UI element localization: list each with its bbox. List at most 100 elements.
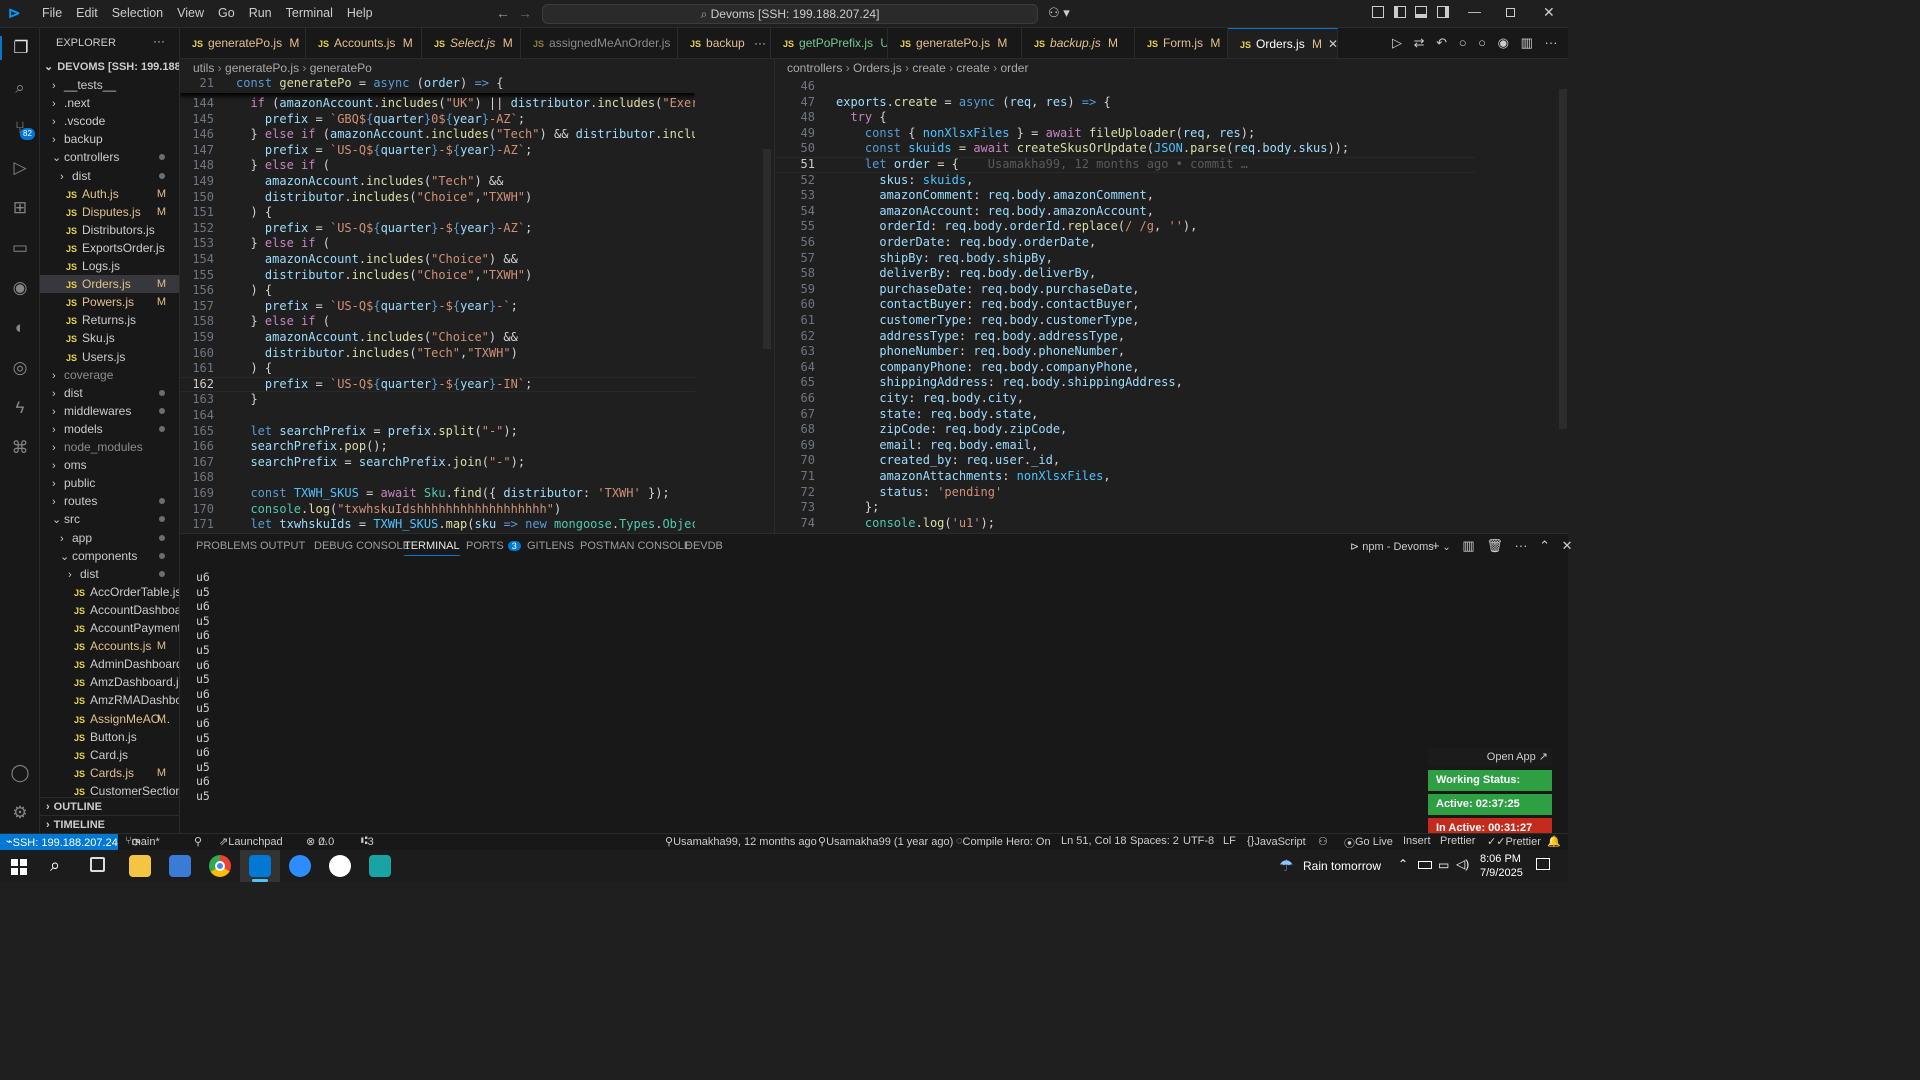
network-icon[interactable]: ▭ [1438,858,1449,872]
panel-tab-problems[interactable]: PROBLEMS [196,540,257,552]
file-item[interactable]: JS Returns.js [40,311,179,329]
folder-item[interactable]: › dist [40,167,179,185]
file-item[interactable]: JS AccountDashboar... [40,601,179,619]
scrollbar[interactable] [1559,89,1567,429]
editor-tab[interactable]: JS Form.js M [1135,28,1228,58]
file-item[interactable]: JS Button.js [40,728,179,746]
file-item[interactable]: JS Orders.js M [40,275,179,294]
revert-icon[interactable]: ↶ [1436,35,1447,50]
maximize-panel-icon[interactable]: ⌃ [1539,538,1550,553]
open-app-button[interactable]: Open App ↗ [1428,748,1552,766]
more-icon[interactable]: ··· [751,36,766,50]
gitlens-icon[interactable]: ◉ [8,276,32,300]
forward-arrow-icon[interactable]: → [518,5,532,21]
notifications-bell-icon[interactable]: 🔔 [1547,835,1561,848]
toggle-secondary-sidebar-icon[interactable] [1437,6,1449,18]
compare-icon[interactable]: ⇄ [1414,35,1425,50]
folder-item[interactable]: › public [40,474,179,492]
git-blame-file[interactable]: ⚲ Usamakha99 (1 year ago) [818,835,953,848]
menu-view[interactable]: View [170,6,211,20]
file-item[interactable]: JS Distributors.js [40,221,179,239]
file-item[interactable]: JS AccOrderTable.js [40,583,179,601]
store-icon[interactable] [169,855,191,877]
prettier-status[interactable]: Prettier [1440,835,1475,847]
folder-item[interactable]: › middlewares [40,402,179,420]
problems-indicator[interactable]: ⊗ 0 ⚠ 0 [306,835,334,848]
prev-change-icon[interactable]: ○ [1459,35,1467,50]
more-actions-icon[interactable]: ··· [1545,35,1558,50]
more-icon[interactable]: ··· [1514,538,1527,553]
run-debug-icon[interactable]: ▷ [8,156,32,180]
file-item[interactable]: JS Logs.js [40,257,179,275]
folder-item[interactable]: › routes [40,492,179,510]
breadcrumb-item[interactable]: controllers [787,61,842,75]
editor-tab[interactable]: JS Select.js M [422,28,521,58]
menu-help[interactable]: Help [340,6,380,20]
breadcrumb-item[interactable]: generatePo [310,61,372,75]
folder-item[interactable]: › node_modules [40,438,179,456]
prettier-check[interactable]: ✓✓ Prettier [1487,835,1541,848]
file-item[interactable]: JS Card.js [40,746,179,764]
remote-branch-icon[interactable]: ⚲ [194,835,202,848]
file-item[interactable]: JS Sku.js [40,329,179,347]
chrome-icon[interactable] [209,855,231,877]
menu-go[interactable]: Go [211,6,242,20]
editor-tab[interactable]: JS Accounts.js M [306,28,422,58]
folder-item[interactable]: › app [40,529,179,547]
editor-tab[interactable]: JS backup ··· [678,28,771,58]
folder-item[interactable]: › oms [40,456,179,474]
minimize-icon[interactable]: — [1468,4,1481,19]
gitlens-icon[interactable]: ◉ [1498,35,1509,50]
editor-tab[interactable]: JS assignedMeAnOrder.js [521,28,678,58]
search-icon[interactable]: ⌕ [8,76,32,100]
next-change-icon[interactable]: ○ [1478,35,1486,50]
minimap[interactable] [695,59,765,533]
vscode-icon[interactable] [249,855,271,877]
file-item[interactable]: JS AmzDashboard.js [40,673,179,691]
file-item[interactable]: JS AdminDashboard.js [40,655,179,673]
breadcrumb-item[interactable]: Orders.js [853,61,902,75]
panel-tab-postman-console[interactable]: POSTMAN CONSOLE [580,540,691,552]
file-item[interactable]: JS Powers.js M [40,293,179,311]
chevron-down-icon[interactable]: ⌄ [1440,542,1450,553]
end-of-line[interactable]: LF [1223,835,1236,847]
launchpad-item[interactable]: ⇗ Launchpad [219,835,283,848]
clock-time[interactable]: 8:06 PM [1480,853,1521,865]
command-center[interactable]: ⌕ Devoms [SSH: 199.188.207.24] [542,4,1038,24]
cursor-position[interactable]: Ln 51, Col 18 [1061,835,1126,847]
git-blame-line[interactable]: ⚲ Usamakha99, 12 months ago [665,835,817,848]
run-icon[interactable]: ▷ [1392,35,1402,50]
folder-item[interactable]: › models [40,420,179,438]
copilot-status-icon[interactable]: ⚇ [1318,835,1328,848]
panel-tab-output[interactable]: OUTPUT [260,540,305,552]
timeline-section[interactable]: › TIMELINE [40,815,179,833]
scrollbar[interactable] [763,149,771,349]
file-item[interactable]: JS Disputes.js M [40,203,179,221]
breadcrumb-item[interactable]: create [956,61,989,75]
editor-tab[interactable]: JS getPoPrefix.js U [771,28,888,58]
file-item[interactable]: JS Accounts.js M [40,637,179,655]
close-panel-icon[interactable]: ✕ [1562,538,1573,553]
file-item[interactable]: JS AccountPaymentP... [40,619,179,637]
file-item[interactable]: JS Cards.js M [40,764,179,782]
toggle-sidebar-icon[interactable] [1394,6,1406,18]
weather-label[interactable]: Rain tomorrow [1303,859,1381,873]
windows-start-icon[interactable] [11,859,27,875]
breadcrumb-item[interactable]: create [912,61,945,75]
file-explorer-icon[interactable] [129,855,151,877]
folder-item[interactable]: › coverage [40,366,179,384]
file-item[interactable]: JS ExportsOrder.js [40,239,179,257]
gitlens-inspect-icon[interactable]: ◎ [8,356,32,380]
encoding[interactable]: UTF-8 [1183,835,1214,847]
right-editor[interactable]: controllers › Orders.js › create › creat… [774,59,1568,533]
extensions-icon[interactable]: ⊞ [8,196,32,220]
app-icon[interactable] [369,855,391,877]
remote-indicator[interactable]: ⌁ SSH: 199.188.207.24 [0,834,118,850]
editor-tab[interactable]: JSgeneratePo.js M✕ [180,28,306,58]
account-icon[interactable]: ◯ [8,761,32,785]
toggle-panel-icon[interactable] [1415,6,1427,18]
copilot-icon[interactable]: ⚇ ▾ [1048,5,1070,21]
minimap[interactable] [1475,75,1560,533]
explorer-more-icon[interactable]: ··· [153,34,165,48]
thunder-client-icon[interactable]: ϟ [8,396,32,420]
